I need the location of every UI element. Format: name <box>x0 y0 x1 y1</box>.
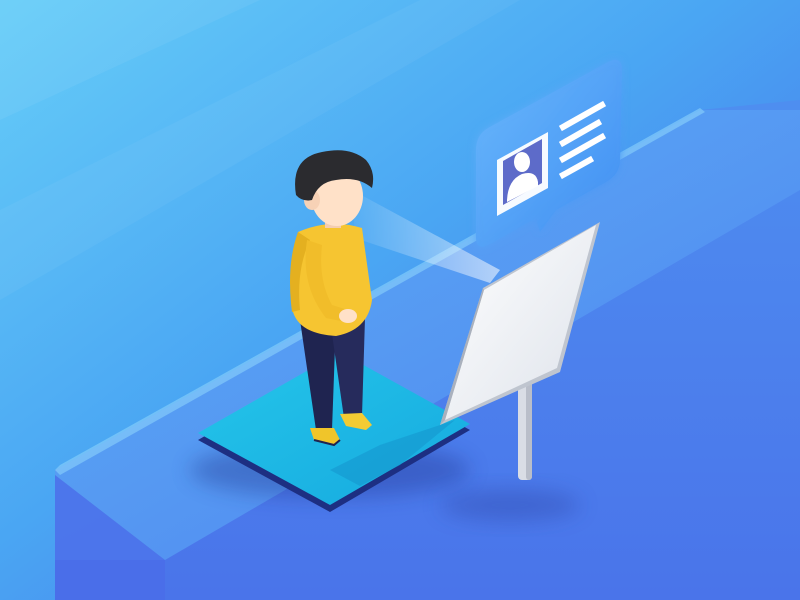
illustration <box>0 0 800 600</box>
hand <box>339 309 357 323</box>
kiosk-shadow <box>440 489 580 521</box>
scene-svg <box>0 0 800 600</box>
